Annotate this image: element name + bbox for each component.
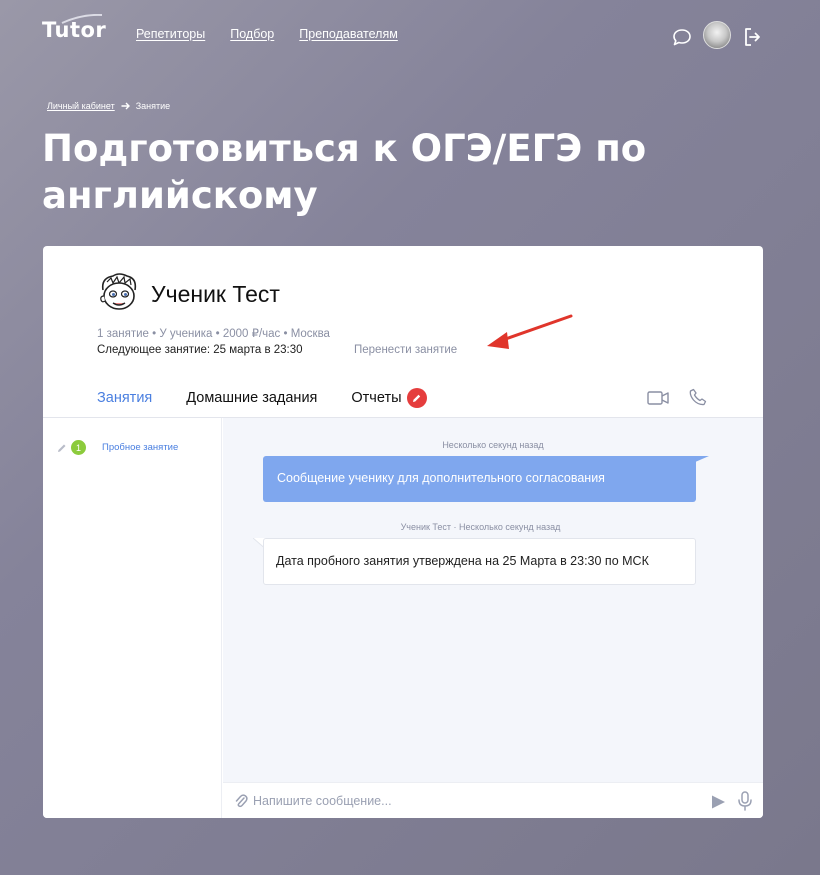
logo-swoosh-icon	[61, 14, 103, 24]
nav-link-for-teachers[interactable]: Преподавателям	[299, 27, 398, 41]
message-input[interactable]	[253, 791, 683, 811]
lessons-sidebar: 1 Пробное занятие	[43, 418, 222, 818]
microphone-icon[interactable]	[737, 791, 753, 811]
breadcrumb-link-account[interactable]: Личный кабинет	[47, 101, 115, 111]
pencil-icon	[58, 444, 66, 452]
message-timestamp: Несколько секунд назад	[442, 440, 544, 450]
tab-reports-label: Отчеты	[351, 390, 402, 406]
main-nav: Репетиторы Подбор Преподавателям	[136, 27, 398, 41]
nav-link-tutors[interactable]: Репетиторы	[136, 27, 205, 41]
lesson-number-badge: 1	[71, 440, 86, 455]
send-icon[interactable]	[710, 794, 726, 810]
reschedule-link[interactable]: Перенести занятие	[354, 344, 457, 356]
tab-homework[interactable]: Домашние задания	[186, 388, 317, 408]
logout-icon[interactable]	[743, 27, 761, 47]
paperclip-icon[interactable]	[234, 793, 248, 809]
breadcrumb-current: Занятие	[135, 101, 171, 111]
user-avatar[interactable]	[703, 21, 731, 49]
incoming-message: Дата пробного занятия утверждена на 25 М…	[263, 538, 696, 585]
chat-icon[interactable]	[672, 28, 692, 46]
next-lesson-info: Следующее занятие: 25 марта в 23:30	[97, 344, 303, 356]
message-composer	[223, 782, 763, 818]
lesson-card: Ученик Тест 1 занятие • У ученика • 2000…	[43, 246, 763, 818]
video-camera-icon[interactable]	[647, 390, 669, 406]
student-name: Ученик Тест	[151, 281, 280, 307]
tab-lessons-label: Занятия	[97, 390, 153, 406]
nav-link-selection[interactable]: Подбор	[230, 27, 274, 41]
lesson-tabs: Занятия Домашние задания Отчеты	[97, 388, 427, 408]
outgoing-message: Сообщение ученику для дополнительного со…	[263, 456, 696, 502]
breadcrumb: Личный кабинет Занятие	[47, 101, 170, 111]
tab-lessons[interactable]: Занятия	[97, 388, 152, 408]
message-timestamp: Ученик Тест · Несколько секунд назад	[400, 522, 561, 532]
page-title: Подготовиться к ОГЭ/ЕГЭ по английскому	[42, 127, 647, 217]
tab-reports[interactable]: Отчеты	[351, 388, 427, 408]
lesson-label: Пробное занятие	[102, 442, 179, 453]
pencil-icon	[406, 388, 427, 408]
tab-homework-label: Домашние задания	[186, 390, 318, 406]
chat-messages: Несколько секунд назад Сообщение ученику…	[223, 418, 763, 782]
phone-icon[interactable]	[689, 388, 707, 406]
arrow-right-icon	[121, 102, 130, 110]
annotation-arrow-icon	[487, 314, 573, 349]
student-avatar	[100, 273, 137, 310]
student-meta: 1 занятие • У ученика • 2000 ₽/час • Мос…	[97, 328, 330, 340]
list-item[interactable]: 1 Пробное занятие	[57, 440, 178, 455]
